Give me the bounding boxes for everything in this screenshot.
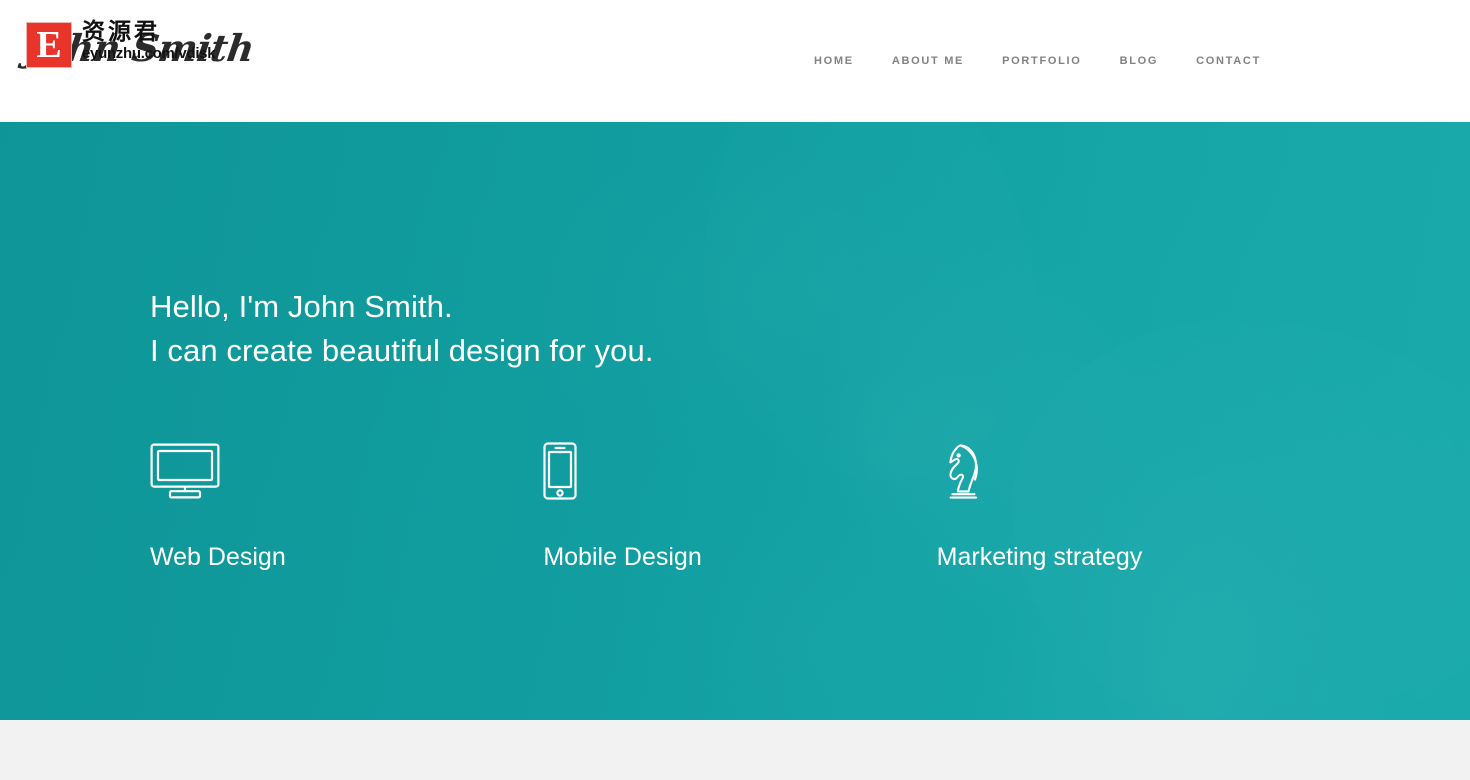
services-list: Web Design Mobile Design Marketing strat…	[150, 440, 1330, 572]
smartphone-icon	[543, 440, 577, 502]
hero-content: Hello, I'm John Smith. I can create beau…	[0, 122, 1470, 720]
site-header: John Smith E 资源君 eyunzhu.com/vdisk HOME …	[0, 0, 1470, 122]
watermark-chinese-text: 资源君	[82, 19, 160, 45]
hero-heading: Hello, I'm John Smith. I can create beau…	[150, 285, 654, 373]
main-navigation: HOME ABOUT ME PORTFOLIO BLOG CONTACT	[795, 0, 1280, 122]
service-item-marketing-strategy[interactable]: Marketing strategy	[937, 440, 1330, 572]
hero-section: Hello, I'm John Smith. I can create beau…	[0, 122, 1470, 720]
nav-item-about-me[interactable]: ABOUT ME	[873, 55, 983, 67]
watermark-badge-letter: E	[36, 24, 62, 66]
watermark-overlay: E 资源君 eyunzhu.com/vdisk	[26, 19, 216, 68]
watermark-url: eyunzhu.com/vdisk	[82, 45, 216, 62]
watermark-text: 资源君 eyunzhu.com/vdisk	[82, 19, 216, 63]
service-label-web-design: Web Design	[150, 543, 286, 571]
hero-heading-line-2: I can create beautiful design for you.	[150, 333, 654, 368]
service-item-mobile-design[interactable]: Mobile Design	[543, 440, 936, 572]
watermark-badge-icon: E	[26, 22, 72, 68]
desktop-monitor-icon	[150, 440, 220, 502]
service-label-mobile-design: Mobile Design	[543, 543, 702, 571]
nav-item-home[interactable]: HOME	[795, 55, 873, 67]
service-item-web-design[interactable]: Web Design	[150, 440, 543, 572]
nav-item-blog[interactable]: BLOG	[1101, 55, 1178, 67]
brand-logo[interactable]: John Smith E 资源君 eyunzhu.com/vdisk	[23, 19, 306, 90]
hero-heading-line-1: Hello, I'm John Smith.	[150, 289, 453, 324]
service-label-marketing-strategy: Marketing strategy	[936, 543, 1143, 571]
nav-item-contact[interactable]: CONTACT	[1177, 55, 1280, 67]
chess-knight-icon	[937, 440, 987, 502]
next-section-below-fold	[0, 720, 1470, 780]
nav-item-portfolio[interactable]: PORTFOLIO	[983, 55, 1100, 67]
